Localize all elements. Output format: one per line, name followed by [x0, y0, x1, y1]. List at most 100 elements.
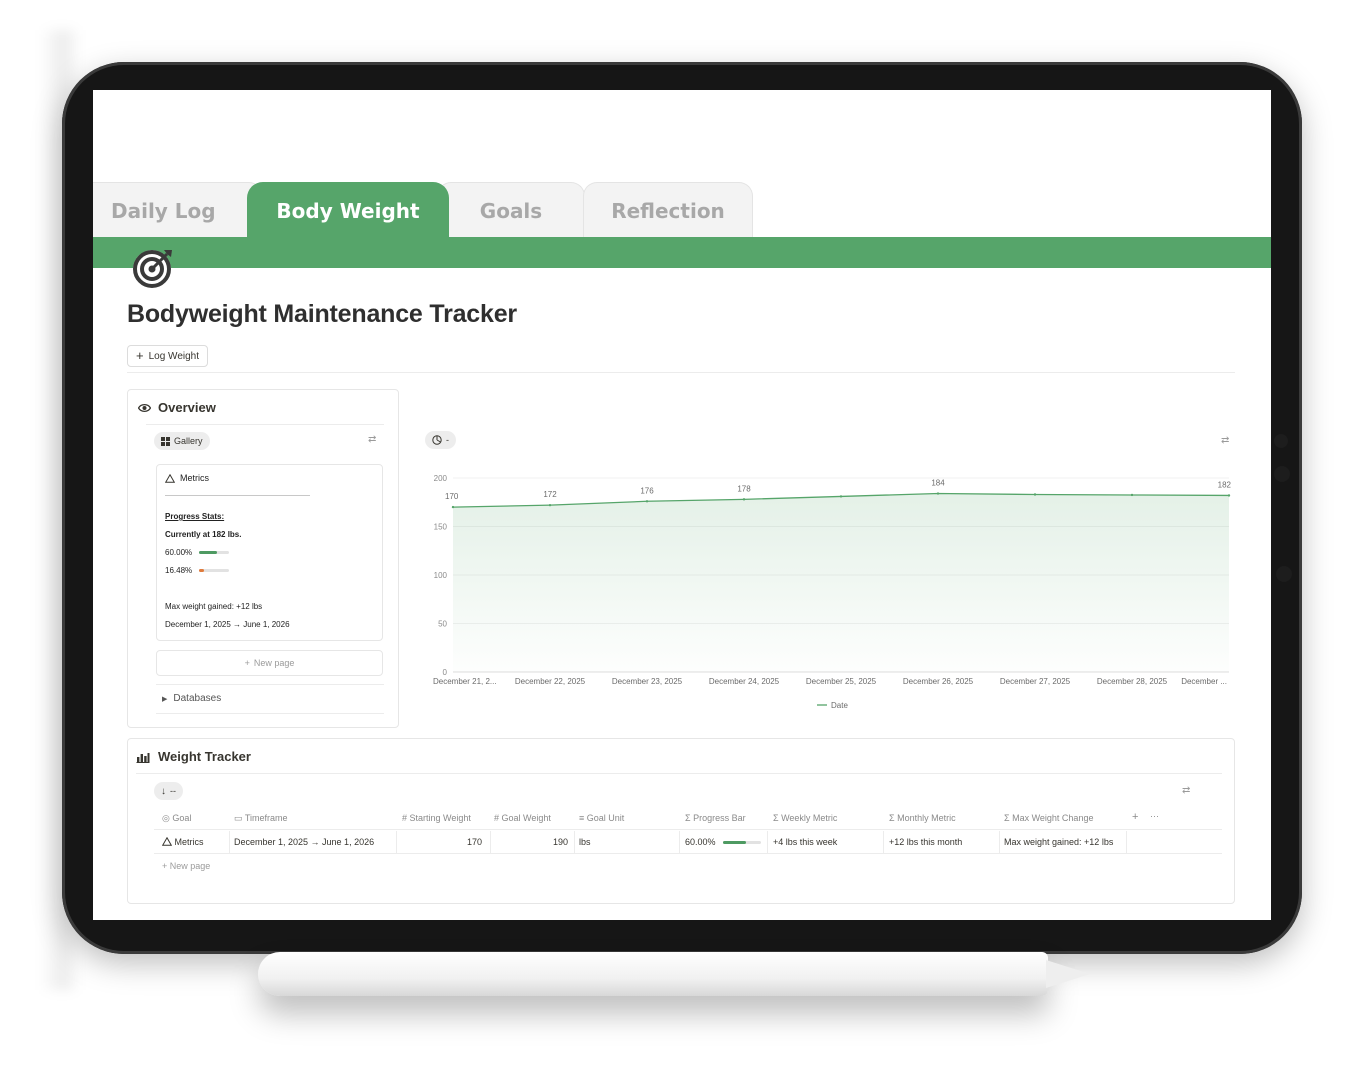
app-screen: Daily Log Goals Reflection Body Weight B…	[93, 90, 1271, 920]
column-separator	[490, 831, 491, 853]
weight-tracker-header: Weight Tracker	[136, 749, 251, 764]
column-label: Monthly Metric	[897, 813, 956, 823]
column-header-starting-weight[interactable]: # Starting Weight	[402, 813, 471, 823]
x-tick-label: December 27, 2025	[1000, 677, 1071, 686]
progress-percent: 60.00%	[165, 548, 193, 557]
hash-icon: #	[494, 813, 502, 823]
tab-goals[interactable]: Goals	[437, 182, 585, 239]
tab-label: Daily Log	[111, 198, 216, 223]
header-banner	[93, 237, 1271, 268]
column-separator	[767, 831, 768, 853]
column-separator	[1126, 831, 1127, 853]
table-new-page-button[interactable]: + New page	[162, 861, 210, 871]
cell-timeframe[interactable]: December 1, 2025 → June 1, 2026	[234, 837, 374, 847]
more-options-icon[interactable]: ···	[1150, 811, 1159, 821]
triangle-icon	[165, 473, 175, 483]
weight-tracker-title: Weight Tracker	[158, 749, 251, 764]
y-tick-label: 200	[434, 474, 448, 483]
data-label: 176	[640, 486, 654, 495]
column-separator	[883, 831, 884, 853]
data-label: 178	[737, 484, 751, 493]
column-header-progress-bar[interactable]: Σ Progress Bar	[685, 813, 746, 823]
sort-button[interactable]: ↓ --	[154, 782, 183, 800]
log-weight-button[interactable]: + Log Weight	[127, 345, 208, 367]
cell-goal-weight[interactable]: 190	[492, 837, 568, 847]
area-fill	[453, 493, 1229, 672]
cell-max-weight-change[interactable]: Max weight gained: +12 lbs	[1004, 837, 1113, 847]
cell-goal[interactable]: Metrics	[161, 836, 204, 847]
max-gain-text: Max weight gained: +12 lbs	[165, 602, 263, 611]
tab-label: Reflection	[611, 199, 725, 223]
cell-weekly-metric[interactable]: +4 lbs this week	[773, 837, 837, 847]
divider	[127, 372, 1235, 373]
overview-panel: Overview Gallery ⇄ Metrics Progress Stat…	[127, 389, 399, 728]
tab-daily-log[interactable]: Daily Log	[93, 182, 263, 238]
divider	[156, 713, 384, 714]
data-point	[839, 495, 843, 498]
column-header-weekly-metric[interactable]: Σ Weekly Metric	[773, 813, 837, 823]
overview-header: Overview	[138, 400, 216, 415]
column-header-monthly-metric[interactable]: Σ Monthly Metric	[889, 813, 956, 823]
column-label: Starting Weight	[409, 813, 471, 823]
plus-icon: +	[136, 348, 144, 363]
data-point	[645, 500, 649, 503]
side-button-dot	[1274, 466, 1290, 482]
gallery-view-button[interactable]: Gallery	[154, 432, 210, 450]
stylus-tip	[1046, 960, 1090, 988]
tab-reflection[interactable]: Reflection	[583, 182, 753, 239]
chart-settings-icon[interactable]: ⇄	[1221, 435, 1229, 446]
column-separator	[229, 831, 230, 853]
overview-title: Overview	[158, 400, 216, 415]
data-point	[1130, 493, 1134, 497]
cell-goal-unit[interactable]: lbs	[579, 837, 591, 847]
column-label: Max Weight Change	[1012, 813, 1094, 823]
text-icon: ≡	[579, 813, 587, 823]
target-icon: ◎	[162, 813, 173, 823]
tab-body-weight[interactable]: Body Weight	[247, 182, 449, 240]
divider	[154, 853, 1222, 854]
legend-label: Date	[831, 701, 848, 710]
triangle-icon	[161, 836, 173, 846]
data-label: 182	[1218, 480, 1232, 489]
calendar-icon: ▭	[234, 813, 245, 823]
x-tick-label: December 26, 2025	[903, 677, 974, 686]
data-point	[1033, 493, 1037, 496]
cell-starting-weight[interactable]: 170	[398, 837, 482, 847]
progress-row-1: 60.00%	[165, 548, 230, 557]
data-label: 172	[543, 490, 557, 499]
side-button-dot	[1276, 566, 1292, 582]
add-column-icon[interactable]: +	[1132, 811, 1138, 823]
cell-progress-bar[interactable]: 60.00%	[685, 837, 762, 847]
column-header-timeframe[interactable]: ▭ Timeframe	[234, 813, 288, 824]
filter-settings-icon[interactable]: ⇄	[368, 434, 376, 445]
column-separator	[574, 831, 575, 853]
column-header-goal-weight[interactable]: # Goal Weight	[494, 813, 551, 823]
cell-monthly-metric[interactable]: +12 lbs this month	[889, 837, 962, 847]
triangle-right-icon: ▶	[162, 695, 168, 703]
stylus-pencil	[258, 952, 1048, 996]
column-header-goal[interactable]: ◎ Goal	[162, 813, 191, 824]
x-tick-label: December 28, 2025	[1097, 677, 1168, 686]
goal-value: Metrics	[174, 837, 204, 847]
metrics-card[interactable]: Metrics Progress Stats: Currently at 182…	[156, 464, 383, 641]
column-header-goal-unit[interactable]: ≡ Goal Unit	[579, 813, 624, 823]
data-point	[1227, 494, 1231, 497]
chart-view-button[interactable]: -	[425, 431, 456, 449]
progress-row-2: 16.48%	[165, 566, 230, 575]
column-label: Goal Unit	[586, 813, 625, 823]
page-title: Bodyweight Maintenance Tracker	[127, 300, 517, 328]
side-button-dot	[1274, 434, 1288, 448]
y-tick-label: 0	[443, 668, 448, 677]
progress-bar	[199, 551, 230, 555]
column-header-max-weight-change[interactable]: Σ Max Weight Change	[1004, 813, 1093, 823]
table-settings-icon[interactable]: ⇄	[1182, 785, 1190, 796]
pie-chart-icon	[432, 435, 442, 445]
new-page-button[interactable]: + New page	[156, 650, 383, 676]
data-point	[451, 505, 455, 509]
bar-chart-icon	[136, 752, 150, 763]
button-label: Log Weight	[148, 350, 199, 362]
progress-fill	[199, 551, 218, 555]
databases-toggle[interactable]: ▶ Databases	[162, 693, 221, 704]
x-tick-label: December 22, 2025	[515, 677, 586, 686]
arrow-down-icon: ↓	[161, 785, 166, 797]
